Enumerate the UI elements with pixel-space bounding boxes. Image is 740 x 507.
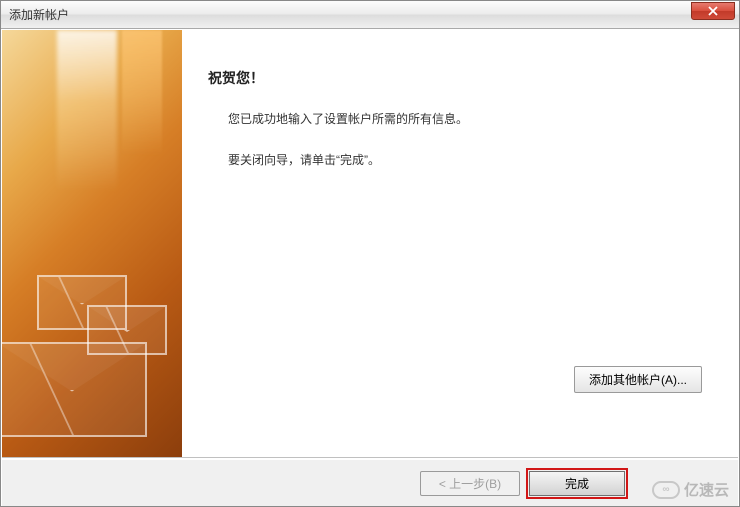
envelope-icon: [2, 342, 147, 437]
close-icon: [707, 6, 719, 16]
window-title: 添加新帐户: [9, 6, 69, 23]
finish-button[interactable]: 完成: [529, 471, 625, 496]
back-button: < 上一步(B): [420, 471, 520, 496]
add-other-account-button[interactable]: 添加其他帐户(A)...: [574, 366, 702, 393]
content-area: 祝贺您！ 您已成功地输入了设置帐户所需的所有信息。 要关闭向导，请单击“完成”。…: [2, 30, 738, 458]
finish-highlight: 完成: [526, 468, 628, 499]
close-button[interactable]: [691, 2, 735, 20]
wizard-button-bar: < 上一步(B) 完成: [2, 460, 738, 506]
titlebar: 添加新帐户: [1, 1, 739, 29]
wizard-side-graphic: [2, 30, 182, 457]
info-line-2: 要关闭向导，请单击“完成”。: [228, 151, 708, 170]
dialog-window: 添加新帐户 祝贺您！ 您已成功地输入了设置帐户所需的所有信息。 要关闭向导，请单…: [0, 0, 740, 507]
titlebar-controls: [691, 1, 739, 28]
info-line-1: 您已成功地输入了设置帐户所需的所有信息。: [228, 110, 708, 129]
congratulations-heading: 祝贺您！: [208, 68, 708, 88]
wizard-main-panel: 祝贺您！ 您已成功地输入了设置帐户所需的所有信息。 要关闭向导，请单击“完成”。…: [182, 30, 738, 457]
